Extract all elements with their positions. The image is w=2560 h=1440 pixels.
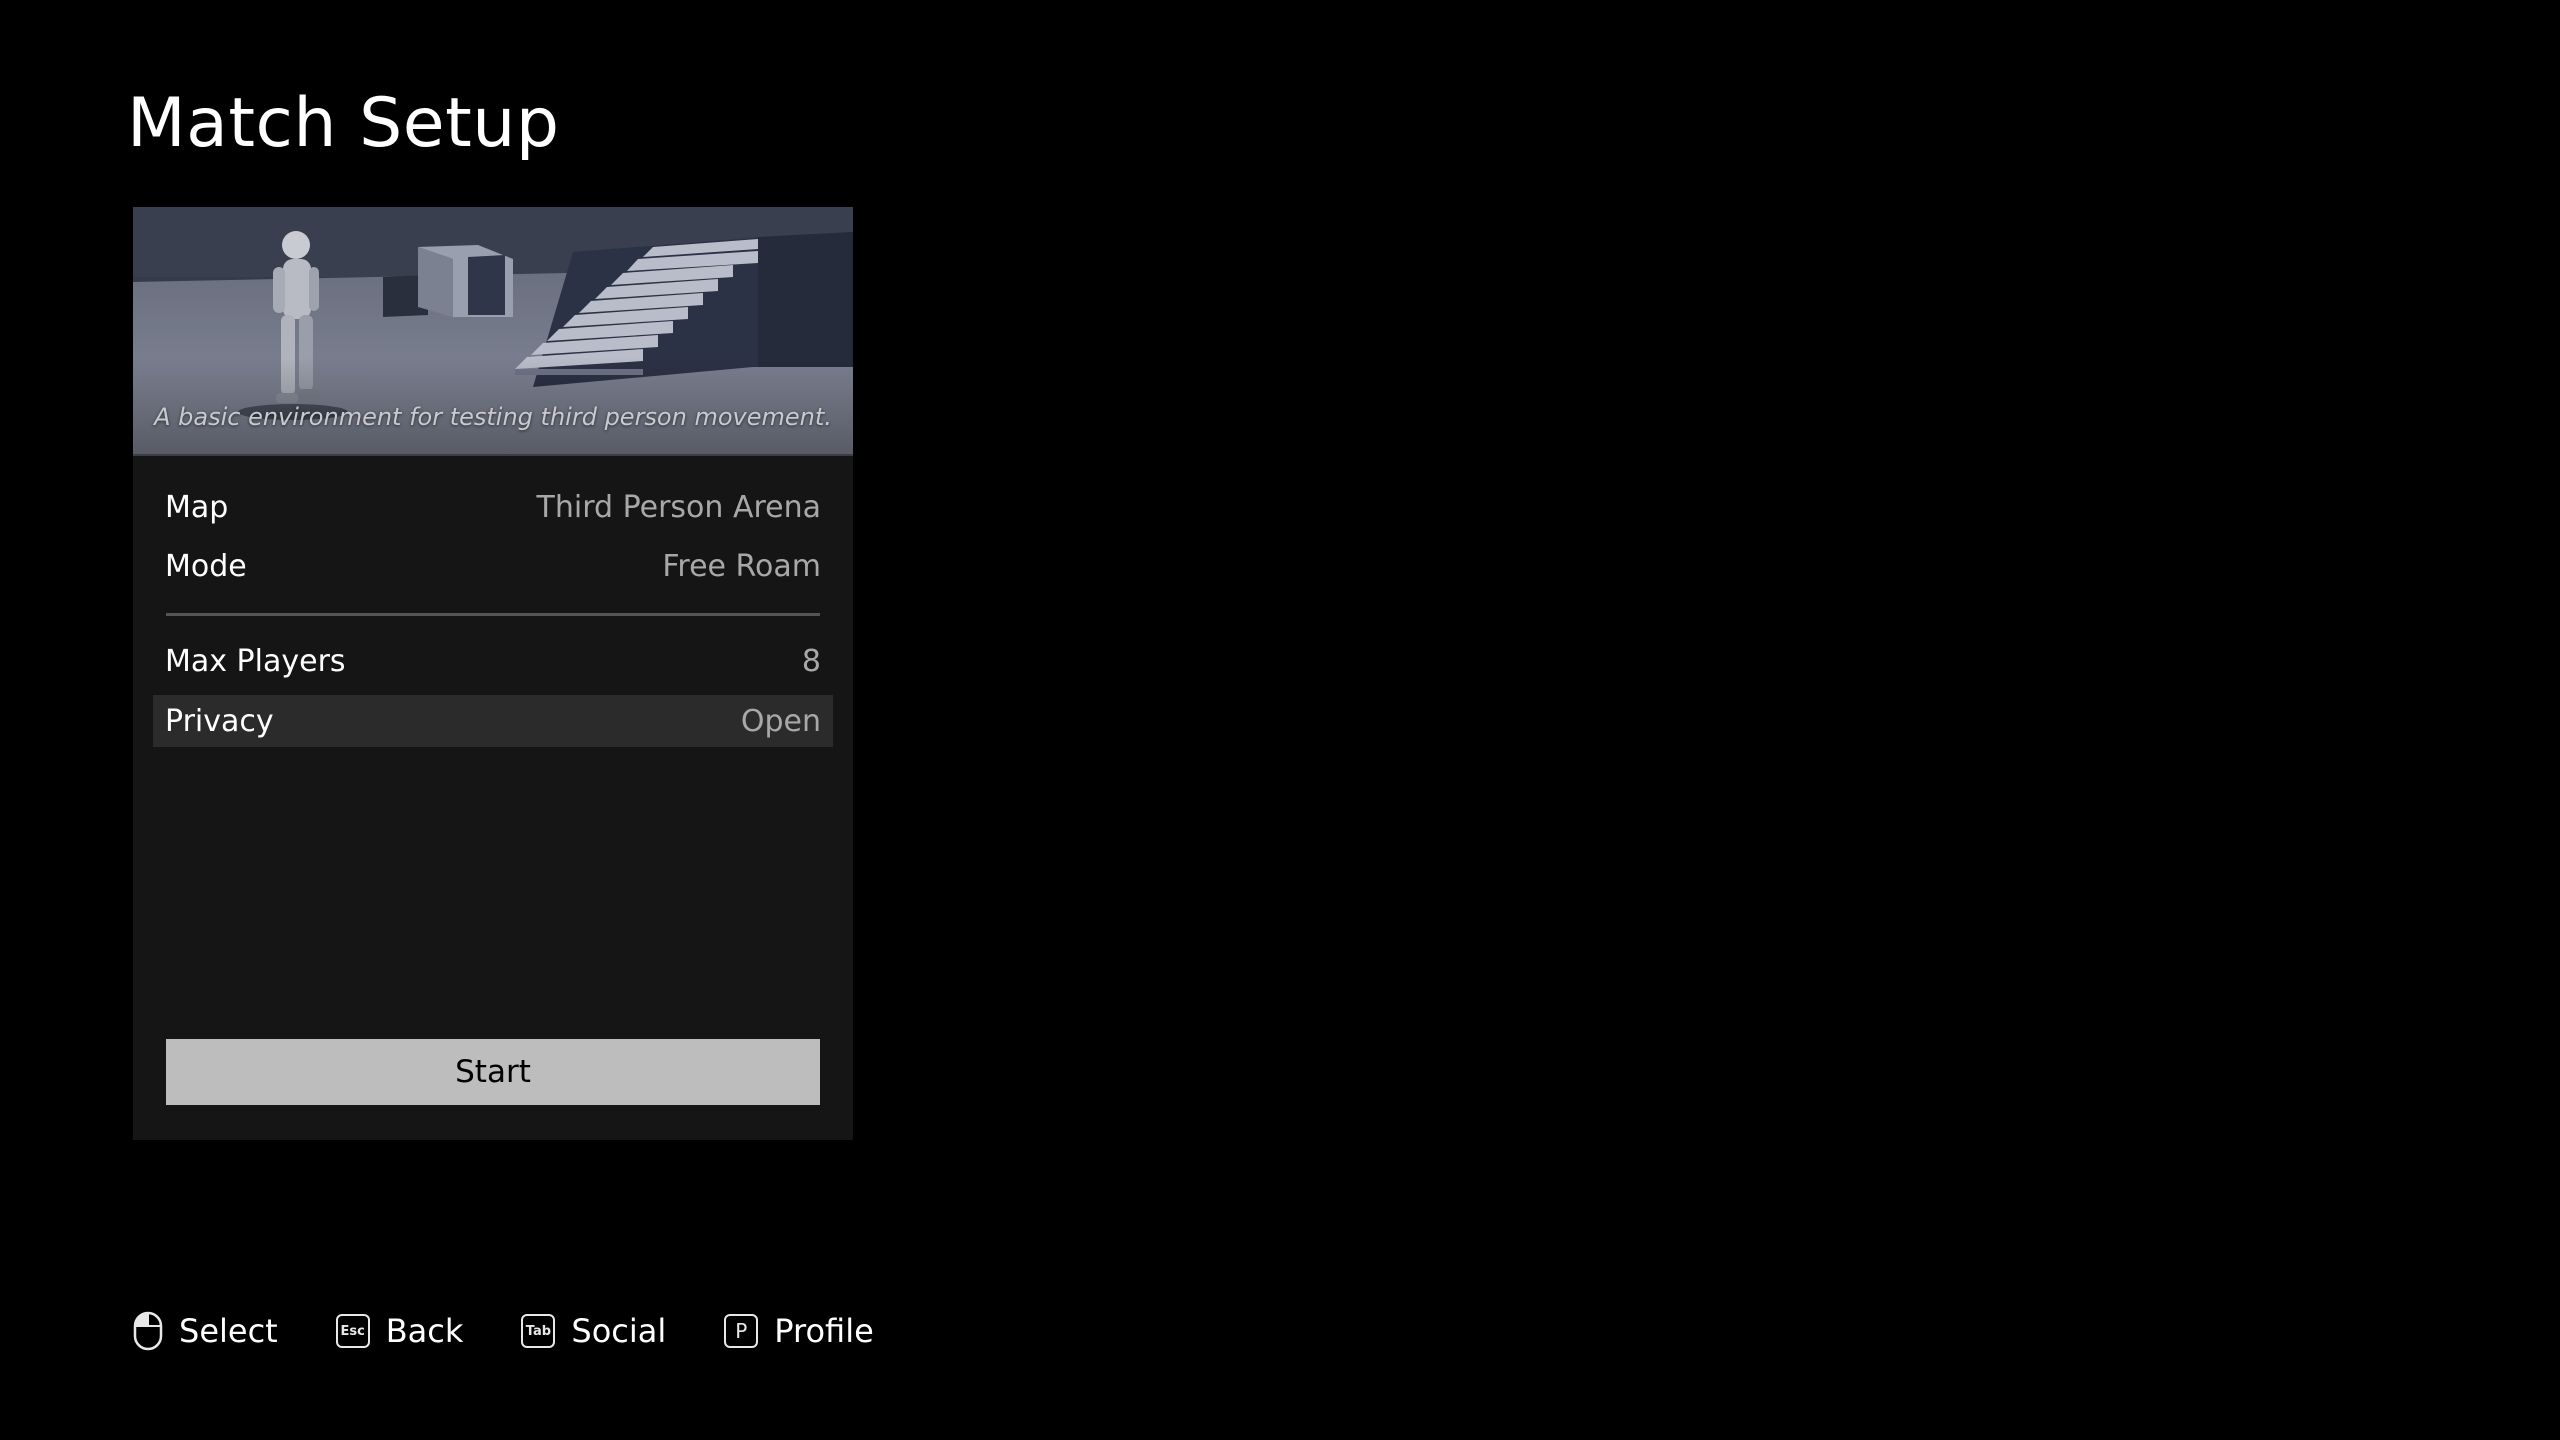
hint-label: Back — [385, 1312, 464, 1350]
start-button[interactable]: Start — [166, 1039, 820, 1105]
hint-back[interactable]: Esc Back — [335, 1312, 464, 1350]
setting-label: Max Players — [165, 643, 346, 679]
tab-key-icon: Tab — [521, 1314, 556, 1348]
hint-label: Profile — [774, 1312, 874, 1350]
settings-divider — [166, 613, 820, 616]
setting-row-mode[interactable]: Mode Free Roam — [153, 540, 833, 592]
setting-value: Open — [740, 703, 821, 739]
input-hints-bar: Select Esc Back Tab Social P Profile — [133, 1306, 932, 1356]
page-title: Match Setup — [127, 84, 560, 163]
setting-row-privacy[interactable]: Privacy Open — [153, 695, 833, 747]
setting-label: Mode — [165, 548, 247, 584]
setting-value: 8 — [801, 643, 821, 679]
map-preview: A basic environment for testing third pe… — [133, 207, 853, 456]
hint-social[interactable]: Tab Social — [521, 1312, 666, 1350]
setting-label: Privacy — [165, 703, 274, 739]
setting-row-map[interactable]: Map Third Person Arena — [153, 481, 833, 533]
map-description: A basic environment for testing third pe… — [154, 403, 832, 431]
hint-label: Social — [571, 1312, 667, 1350]
hint-select[interactable]: Select — [133, 1311, 278, 1351]
setting-label: Map — [165, 489, 229, 525]
setting-row-max-players[interactable]: Max Players 8 — [153, 635, 833, 687]
esc-key-icon: Esc — [335, 1314, 370, 1348]
mouse-left-click-icon — [133, 1311, 163, 1351]
tab-keycap: Tab — [521, 1314, 556, 1348]
p-key-icon: P — [724, 1314, 759, 1348]
p-keycap: P — [724, 1314, 759, 1348]
hint-profile[interactable]: P Profile — [724, 1312, 874, 1350]
match-settings-panel: A basic environment for testing third pe… — [133, 207, 853, 1140]
match-setup-screen: Match Setup A basic environment for test… — [0, 0, 2560, 1440]
esc-keycap: Esc — [335, 1314, 370, 1348]
setting-value: Third Person Arena — [536, 489, 821, 525]
setting-value: Free Roam — [662, 548, 821, 584]
hint-label: Select — [179, 1312, 278, 1350]
